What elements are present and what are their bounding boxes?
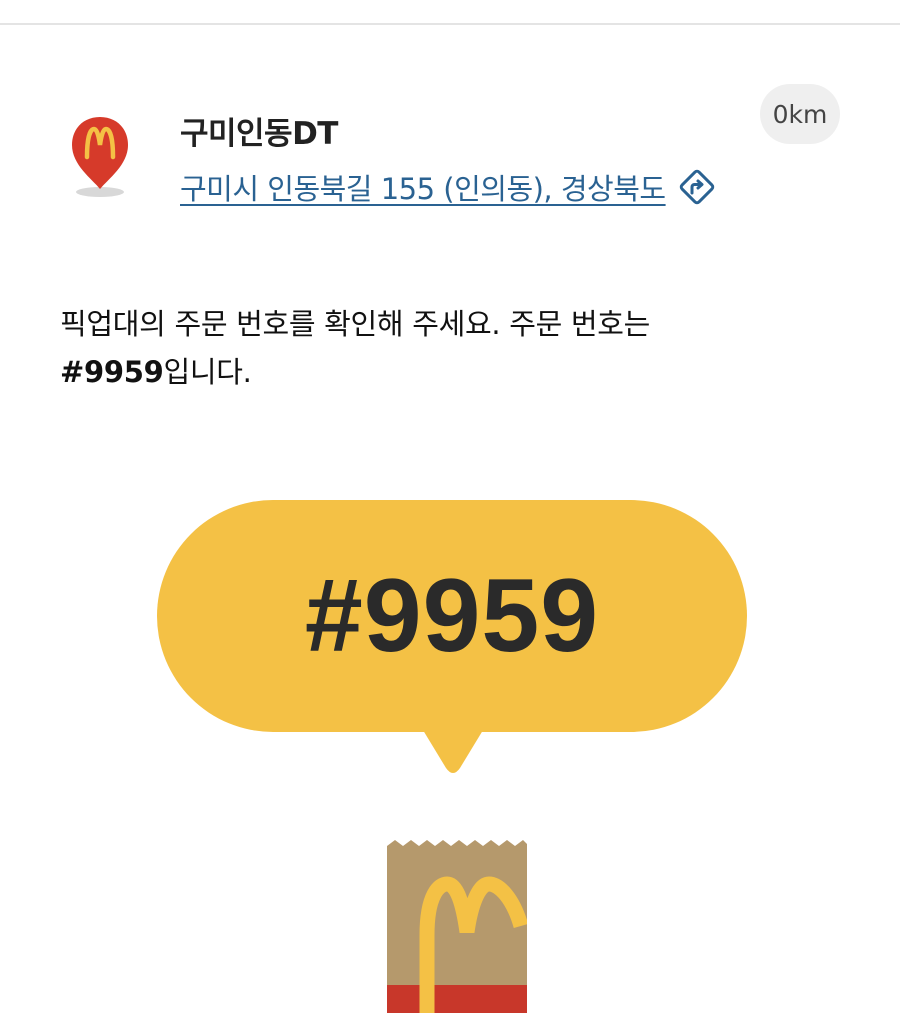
instruction-suffix: 입니다.: [163, 355, 252, 389]
directions-icon[interactable]: [676, 166, 718, 208]
distance-badge: 0km: [760, 84, 840, 144]
mcdonalds-paper-bag-icon: [387, 840, 527, 1013]
instruction-text: 픽업대의 주문 번호를 확인해 주세요. 주문 번호는: [60, 307, 651, 341]
order-number: #9959: [304, 557, 600, 674]
store-name: 구미인동DT: [180, 116, 338, 152]
store-address-row[interactable]: 구미시 인동북길 155 (인의동), 경상북도: [180, 166, 718, 208]
instruction-order-number: #9959: [60, 355, 164, 389]
top-divider: [0, 23, 900, 25]
mcdonalds-map-pin-icon: [72, 117, 128, 197]
store-address-link[interactable]: 구미시 인동북길 155 (인의동), 경상북도: [180, 166, 666, 208]
order-number-bubble: #9959: [157, 500, 747, 732]
bubble-tail: [412, 712, 494, 773]
pickup-instruction: 픽업대의 주문 번호를 확인해 주세요. 주문 번호는 #9959입니다.: [60, 300, 820, 396]
